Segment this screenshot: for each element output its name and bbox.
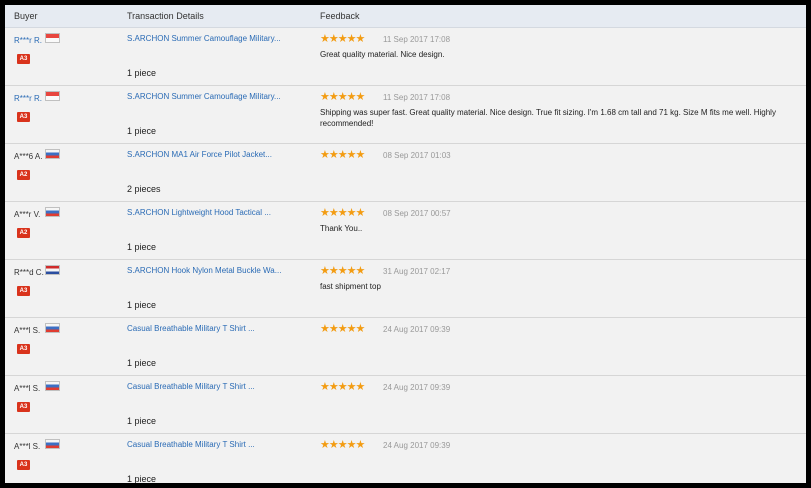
table-row: A***l S. A3 Casual Breathable Military T…: [5, 434, 806, 483]
quantity: 1 piece: [127, 68, 157, 78]
product-link[interactable]: S.ARCHON Summer Camouflage Military...: [127, 34, 281, 43]
russia-flag-icon: [45, 207, 60, 217]
quantity: 1 piece: [127, 416, 157, 426]
feedback-text: Shipping was super fast. Great quality m…: [320, 108, 776, 128]
star-rating: ★★★★★: [320, 207, 365, 219]
table-row: A***l S. A3 Casual Breathable Military T…: [5, 376, 806, 434]
russia-flag-icon: [45, 381, 60, 391]
star-rating: ★★★★★: [320, 149, 365, 161]
singapore-flag-icon: [45, 33, 60, 43]
quantity: 1 piece: [127, 300, 157, 310]
star-rating: ★★★★★: [320, 439, 365, 451]
feedback-text: Thank You..: [320, 224, 363, 233]
buyer-level-badge: A3: [17, 344, 30, 354]
table-row: R***d C. A3 S.ARCHON Hook Nylon Metal Bu…: [5, 260, 806, 318]
buyer-level-badge: A3: [17, 460, 30, 470]
buyer-level-badge: A3: [17, 286, 30, 296]
quantity: 1 piece: [127, 358, 157, 368]
product-link[interactable]: S.ARCHON Lightweight Hood Tactical ...: [127, 208, 271, 217]
header-feedback: Feedback: [320, 11, 360, 21]
russia-flag-icon: [45, 439, 60, 449]
table-row: R***r R. A3 S.ARCHON Summer Camouflage M…: [5, 86, 806, 144]
star-rating: ★★★★★: [320, 33, 365, 45]
buyer-name: A***l S.: [14, 442, 41, 451]
buyer-level-badge: A2: [17, 170, 30, 180]
star-rating: ★★★★★: [320, 381, 365, 393]
buyer-level-badge: A3: [17, 112, 30, 122]
feedback-text: fast shipment top: [320, 282, 381, 291]
buyer-level-badge: A2: [17, 228, 30, 238]
product-link[interactable]: S.ARCHON Summer Camouflage Military...: [127, 92, 281, 101]
russia-flag-icon: [45, 149, 60, 159]
feedback-date: 24 Aug 2017 09:39: [383, 441, 451, 450]
product-link[interactable]: S.ARCHON Hook Nylon Metal Buckle Wa...: [127, 266, 281, 275]
buyer-name: R***d C.: [14, 268, 44, 277]
buyer-name: A***l S.: [14, 384, 41, 393]
star-rating: ★★★★★: [320, 265, 365, 277]
quantity: 1 piece: [127, 474, 157, 483]
buyer-name[interactable]: R***r R.: [14, 36, 42, 45]
star-rating: ★★★★★: [320, 323, 365, 335]
feedback-date: 08 Sep 2017 00:57: [383, 209, 451, 218]
buyer-name: A***l S.: [14, 326, 41, 335]
buyer-name: A***6 A.: [14, 152, 43, 161]
russia-flag-icon: [45, 323, 60, 333]
table-row: A***l S. A3 Casual Breathable Military T…: [5, 318, 806, 376]
feedback-table: Buyer Transaction Details Feedback R***r…: [5, 5, 806, 483]
singapore-flag-icon: [45, 91, 60, 101]
buyer-name[interactable]: R***r R.: [14, 94, 42, 103]
buyer-name: A***r V.: [14, 210, 41, 219]
feedback-date: 24 Aug 2017 09:39: [383, 383, 451, 392]
feedback-date: 08 Sep 2017 01:03: [383, 151, 451, 160]
quantity: 1 piece: [127, 242, 157, 252]
table-row: A***6 A. A2 S.ARCHON MA1 Air Force Pilot…: [5, 144, 806, 202]
header-transaction-details: Transaction Details: [127, 11, 204, 21]
quantity: 1 piece: [127, 126, 157, 136]
table-row: R***r R. A3 S.ARCHON Summer Camouflage M…: [5, 28, 806, 86]
table-row: A***r V. A2 S.ARCHON Lightweight Hood Ta…: [5, 202, 806, 260]
feedback-date: 11 Sep 2017 17:08: [383, 35, 451, 44]
feedback-text: Great quality material. Nice design.: [320, 50, 445, 59]
header-buyer: Buyer: [14, 11, 38, 21]
quantity: 2 pieces: [127, 184, 161, 194]
product-link[interactable]: Casual Breathable Military T Shirt ...: [127, 324, 255, 333]
feedback-date: 11 Sep 2017 17:08: [383, 93, 451, 102]
product-link[interactable]: Casual Breathable Military T Shirt ...: [127, 382, 255, 391]
feedback-date: 31 Aug 2017 02:17: [383, 267, 451, 276]
star-rating: ★★★★★: [320, 91, 365, 103]
feedback-date: 24 Aug 2017 09:39: [383, 325, 451, 334]
buyer-level-badge: A3: [17, 402, 30, 412]
product-link[interactable]: Casual Breathable Military T Shirt ...: [127, 440, 255, 449]
buyer-level-badge: A3: [17, 54, 30, 64]
product-link[interactable]: S.ARCHON MA1 Air Force Pilot Jacket...: [127, 150, 272, 159]
table-header: Buyer Transaction Details Feedback: [5, 5, 806, 28]
netherlands-flag-icon: [45, 265, 60, 275]
